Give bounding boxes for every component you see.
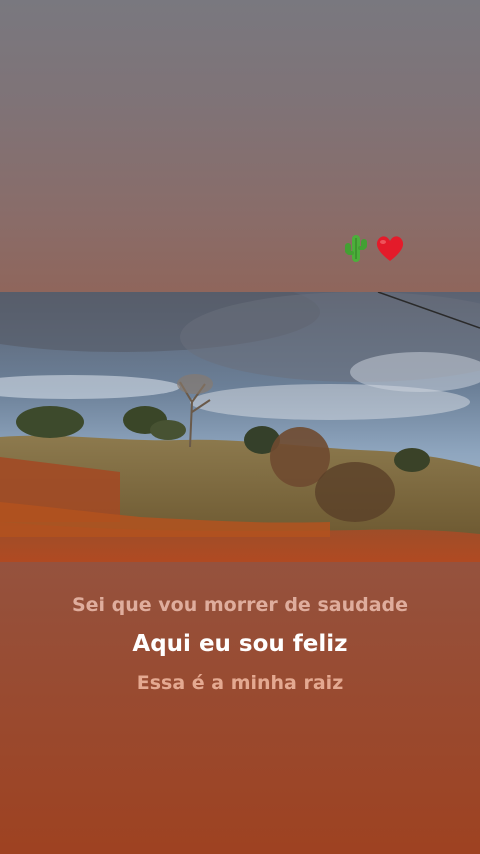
lyric-line-current: Aqui eu sou feliz (132, 631, 348, 657)
story-canvas: Sei que vou morrer de saudade Aqui eu so… (0, 0, 480, 854)
cactus-icon (345, 235, 367, 262)
emoji-sticker (342, 232, 408, 264)
lyrics-block: Sei que vou morrer de saudade Aqui eu so… (0, 596, 480, 693)
landscape-photo (0, 292, 480, 562)
lyric-line-next: Essa é a minha raiz (136, 672, 344, 694)
heart-icon (376, 236, 404, 261)
lyric-line-previous: Sei que vou morrer de saudade (71, 594, 409, 616)
